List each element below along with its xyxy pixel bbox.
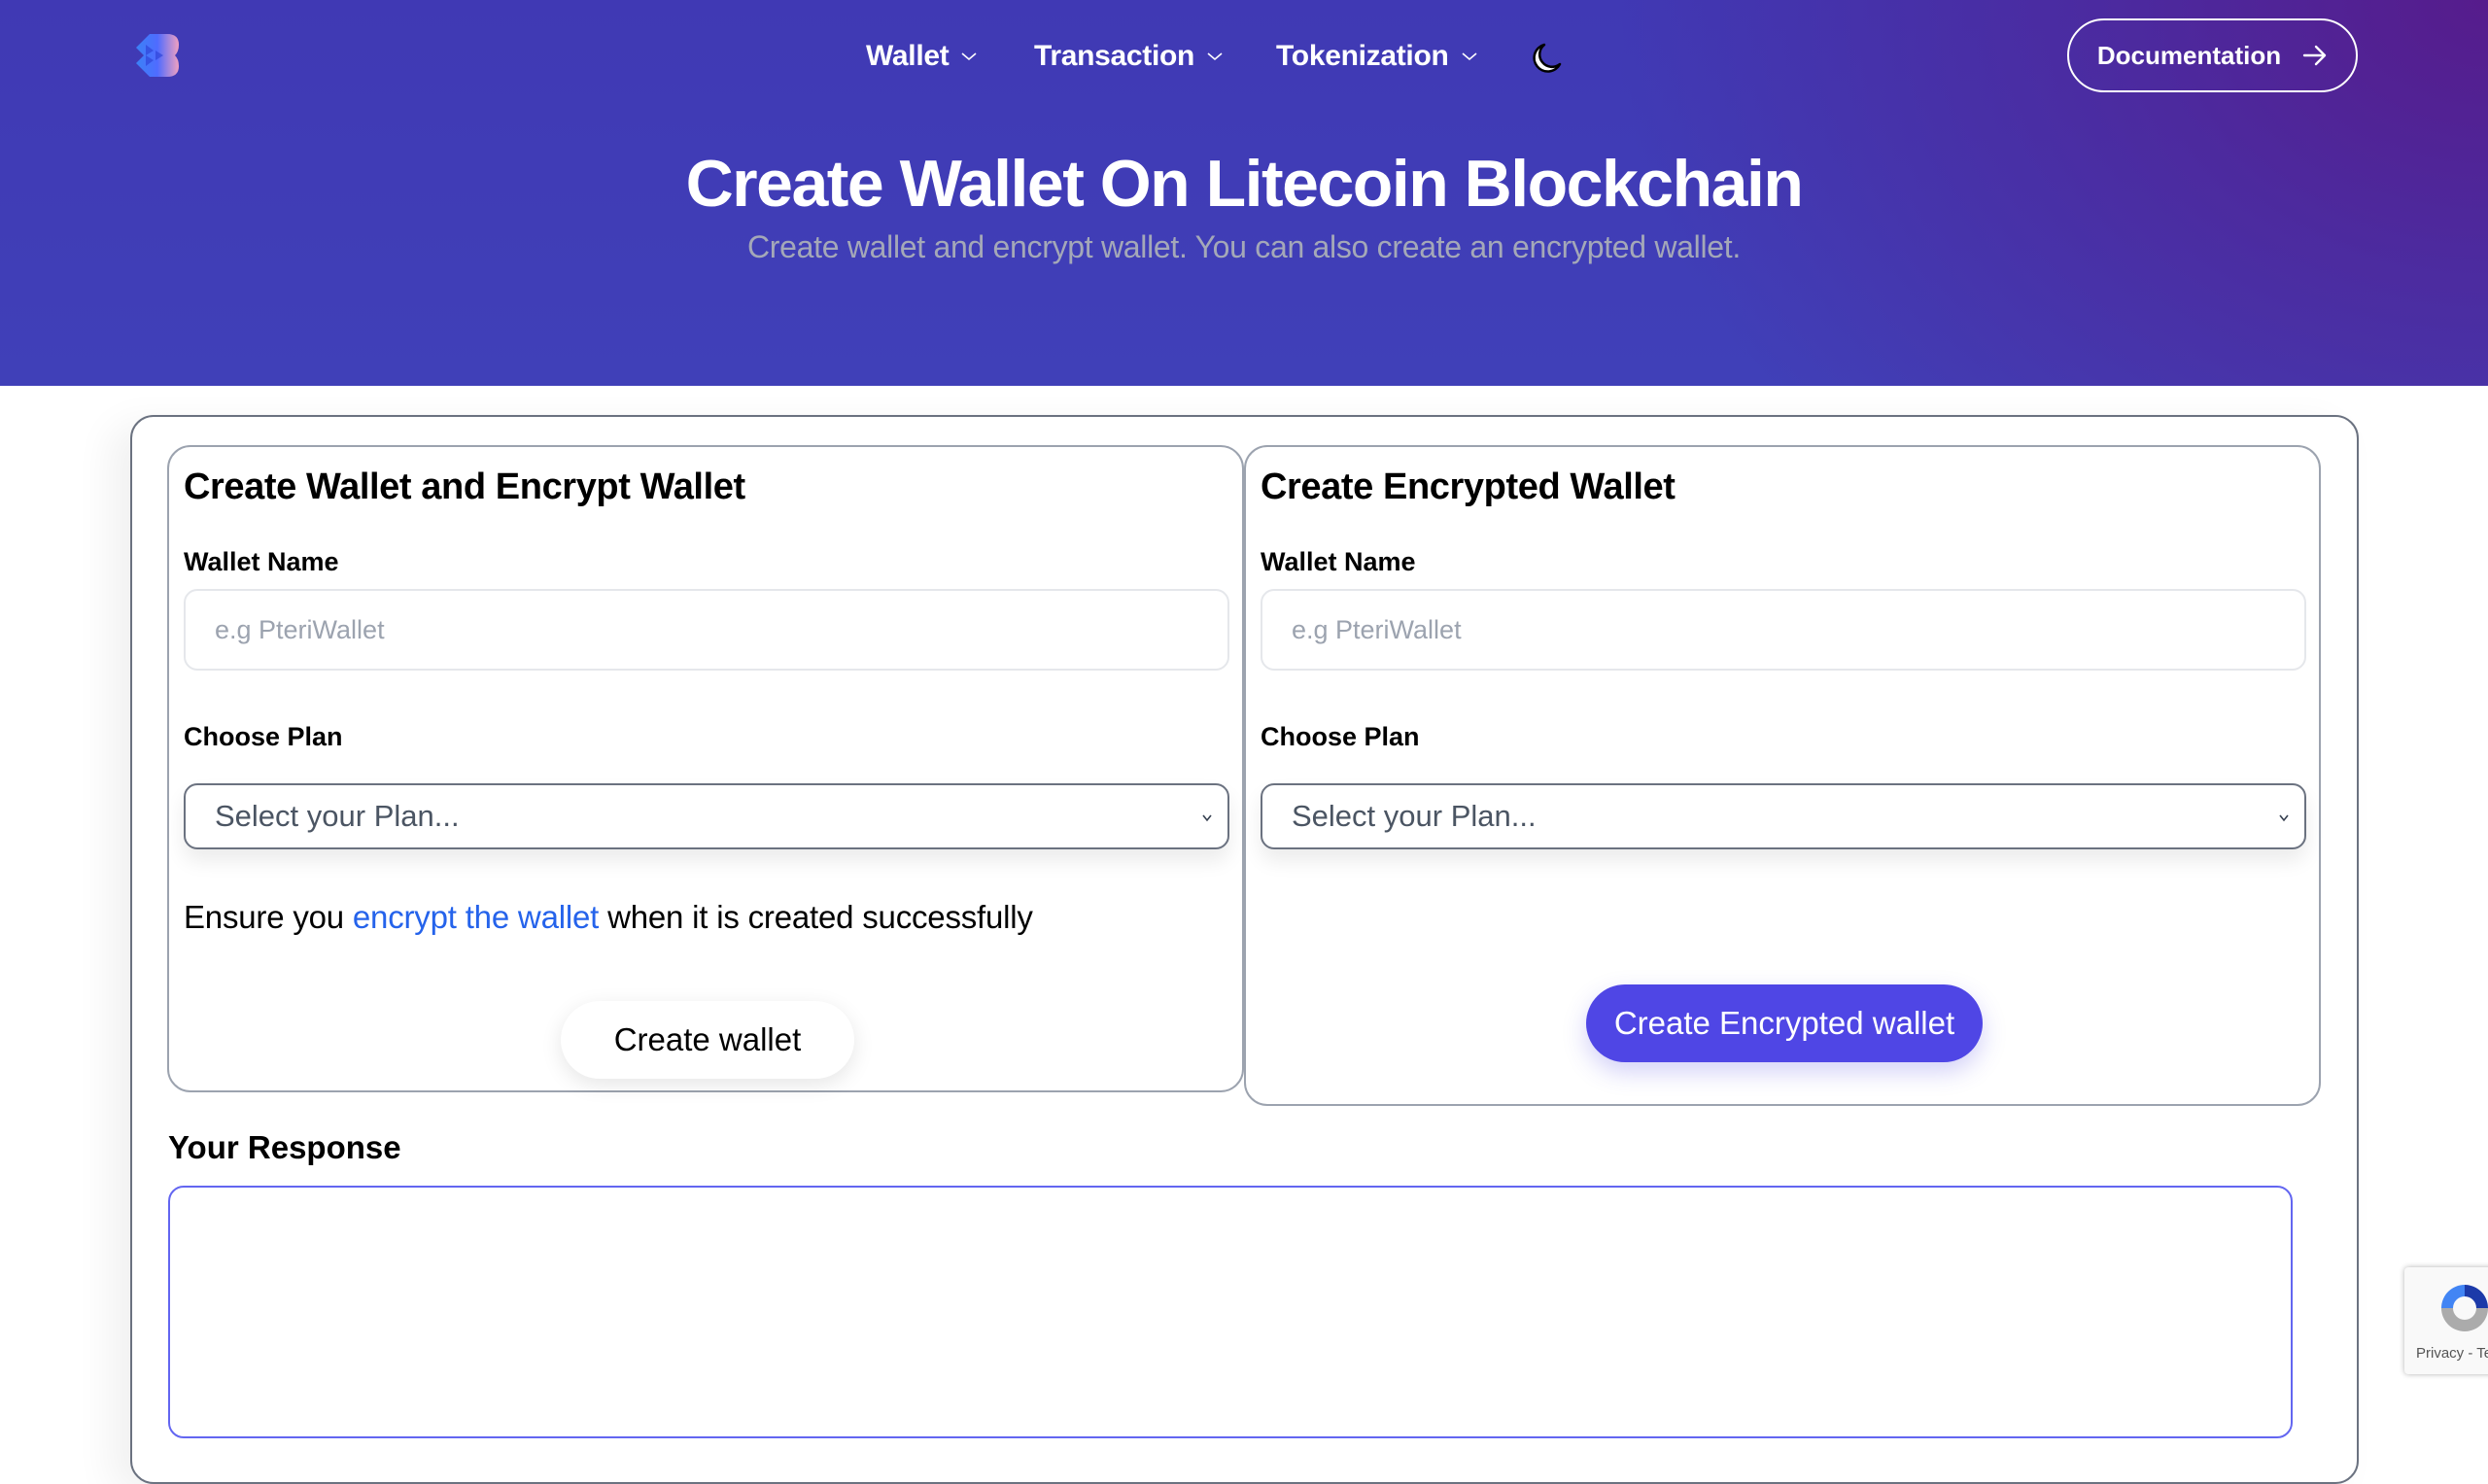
nav-wallet-label: Wallet xyxy=(866,40,950,72)
wallet-name-label: Wallet Name xyxy=(184,547,339,576)
response-textarea[interactable] xyxy=(168,1186,2293,1438)
recaptcha-privacy-terms[interactable]: Privacy - Terms xyxy=(2416,1345,2488,1362)
recaptcha-badge[interactable]: Privacy - Terms xyxy=(2404,1267,2488,1374)
chevron-down-icon xyxy=(1461,52,1477,61)
create-encrypted-wallet-button[interactable]: Create Encrypted wallet xyxy=(1586,984,1983,1062)
nav-wallet[interactable]: Wallet xyxy=(866,29,978,84)
documentation-button[interactable]: Documentation xyxy=(2067,18,2358,92)
create-and-encrypt-title: Create Wallet and Encrypt Wallet xyxy=(184,466,745,507)
note-text-after: when it is created successfully xyxy=(599,899,1033,935)
chevron-down-icon xyxy=(2279,814,2289,822)
note-text-before: Ensure you xyxy=(184,899,353,935)
encrypted-plan-select-value: Select your Plan... xyxy=(1292,799,1537,833)
response-label: Your Response xyxy=(168,1129,401,1165)
encrypted-wallet-name-input[interactable] xyxy=(1261,589,2306,671)
encrypt-note: Ensure you encrypt the wallet when it is… xyxy=(184,899,1033,936)
moon-icon[interactable] xyxy=(1528,39,1567,78)
nav-transaction[interactable]: Transaction xyxy=(1034,29,1224,84)
wallet-name-label: Wallet Name xyxy=(1261,547,1416,576)
chevron-down-icon xyxy=(1202,814,1212,822)
create-wallet-button[interactable]: Create wallet xyxy=(561,1001,854,1079)
encrypted-plan-select[interactable]: Select your Plan... xyxy=(1261,783,2306,849)
encrypt-wallet-link[interactable]: encrypt the wallet xyxy=(353,899,599,935)
create-and-encrypt-card: Create Wallet and Encrypt Wallet Wallet … xyxy=(167,445,1244,1092)
recaptcha-icon xyxy=(2441,1285,2488,1331)
create-encrypted-title: Create Encrypted Wallet xyxy=(1261,466,1676,507)
nav-tokenization[interactable]: Tokenization xyxy=(1276,29,1478,84)
page-title: Create Wallet On Litecoin Blockchain xyxy=(685,147,1804,221)
nav-tokenization-label: Tokenization xyxy=(1276,40,1449,72)
nav-transaction-label: Transaction xyxy=(1034,40,1195,72)
chevron-down-icon xyxy=(1207,52,1223,61)
chevron-down-icon xyxy=(961,52,977,61)
choose-plan-label: Choose Plan xyxy=(1261,722,1420,751)
arrow-right-icon xyxy=(2302,45,2327,66)
wallet-name-input[interactable] xyxy=(184,589,1229,671)
create-encrypted-card: Create Encrypted Wallet Wallet Name Choo… xyxy=(1244,445,2321,1106)
documentation-label: Documentation xyxy=(2096,40,2282,70)
plan-select-value: Select your Plan... xyxy=(215,799,460,833)
choose-plan-label: Choose Plan xyxy=(184,722,343,751)
plan-select[interactable]: Select your Plan... xyxy=(184,783,1229,849)
page-subtitle: Create wallet and encrypt wallet. You ca… xyxy=(747,229,1741,264)
hero-banner: Wallet Transaction Tokenization Document… xyxy=(0,0,2488,386)
